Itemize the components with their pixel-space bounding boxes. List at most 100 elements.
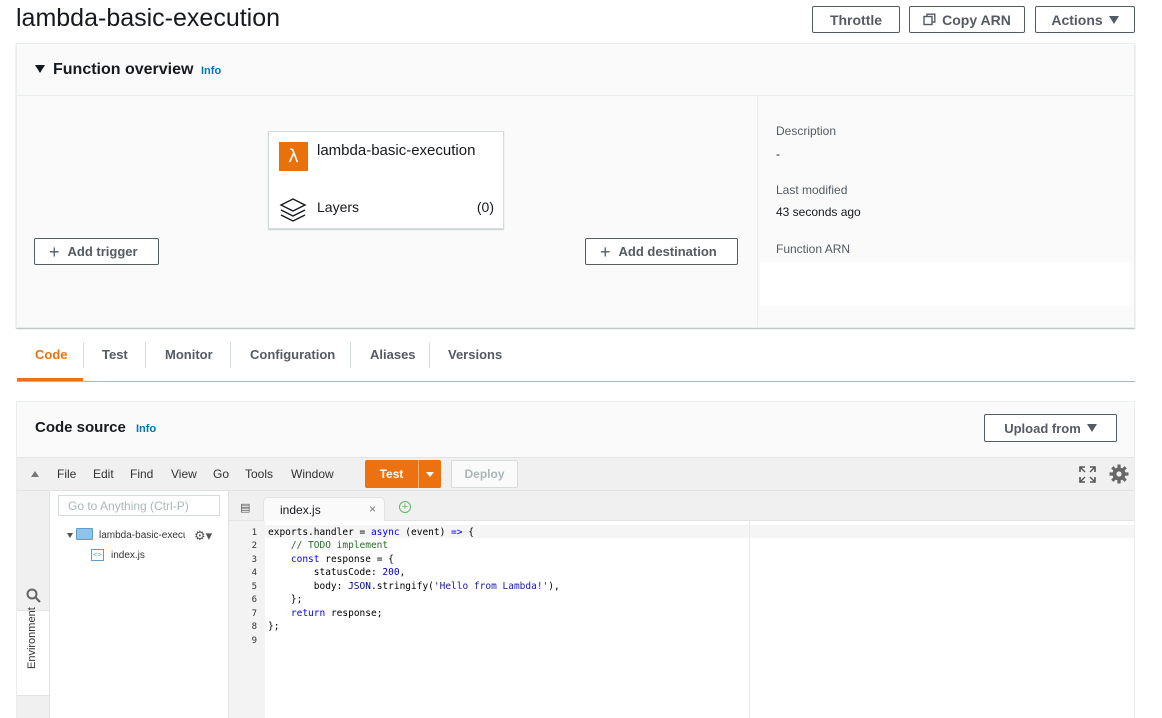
copy-icon bbox=[923, 13, 936, 26]
add-destination-label: Add destination bbox=[618, 244, 717, 259]
menu-edit[interactable]: Edit bbox=[93, 467, 114, 481]
page-title: lambda-basic-execution bbox=[16, 4, 281, 32]
line-number: 4 bbox=[251, 568, 257, 578]
function-card[interactable]: λ lambda-basic-execution Layers (0) bbox=[268, 131, 504, 229]
tab-configuration[interactable]: Configuration bbox=[250, 347, 335, 362]
code-line-7: return response; bbox=[290, 608, 383, 619]
code-line-5: body: JSON.stringify('Hello from Lambda!… bbox=[268, 581, 560, 592]
plus-icon: + bbox=[600, 241, 611, 262]
folder-icon bbox=[76, 528, 93, 540]
tab-code[interactable]: Code bbox=[35, 347, 68, 362]
environment-label: Environment bbox=[26, 607, 38, 669]
code-source-title: Code source bbox=[35, 419, 126, 436]
line-number: 9 bbox=[251, 636, 257, 646]
editor-tab-index-js[interactable]: index.js × bbox=[263, 497, 385, 521]
layers-icon bbox=[279, 198, 307, 222]
file-tree: lambda-basic-execution ⚙▾ <> index.js bbox=[50, 491, 229, 718]
line-number: 8 bbox=[251, 622, 257, 632]
tab-divider bbox=[230, 342, 231, 368]
collapse-caret-icon[interactable] bbox=[35, 65, 45, 73]
function-arn-label: Function ARN bbox=[776, 242, 851, 256]
actions-label: Actions bbox=[1051, 11, 1103, 28]
code-line-4: statusCode: 200, bbox=[268, 567, 406, 578]
collapse-toolbar-icon[interactable] bbox=[31, 471, 39, 477]
throttle-button[interactable]: Throttle bbox=[812, 6, 900, 33]
ide-toolbar: File Edit Find View Go Tools Window Test… bbox=[17, 457, 1134, 491]
menu-find[interactable]: Find bbox=[130, 467, 153, 481]
upload-from-label: Upload from bbox=[1004, 420, 1081, 436]
tab-divider bbox=[145, 342, 146, 368]
menu-file[interactable]: File bbox=[57, 467, 76, 481]
function-arn-value[interactable] bbox=[760, 262, 1130, 306]
menu-window[interactable]: Window bbox=[291, 467, 334, 481]
tab-aliases[interactable]: Aliases bbox=[370, 347, 416, 362]
line-number-gutter: 1 2 3 4 5 6 7 8 9 bbox=[229, 521, 265, 718]
caret-down-icon bbox=[426, 471, 434, 477]
caret-down-icon bbox=[1108, 15, 1119, 24]
actions-button[interactable]: Actions bbox=[1035, 6, 1135, 33]
tree-expand-icon[interactable] bbox=[67, 533, 73, 538]
copy-arn-button[interactable]: Copy ARN bbox=[909, 6, 1025, 33]
menu-tools[interactable]: Tools bbox=[245, 467, 273, 481]
copy-arn-label: Copy ARN bbox=[942, 11, 1011, 28]
file-name[interactable]: index.js bbox=[111, 550, 145, 561]
test-dropdown-button[interactable] bbox=[419, 460, 441, 488]
last-modified-label: Last modified bbox=[776, 183, 848, 197]
ide-side-strip: Environment bbox=[17, 491, 50, 718]
tab-monitor[interactable]: Monitor bbox=[165, 347, 213, 362]
tab-versions[interactable]: Versions bbox=[448, 347, 502, 362]
function-overview-info-link[interactable]: Info bbox=[201, 65, 221, 77]
function-overview-header[interactable]: Function overview Info bbox=[17, 44, 1134, 96]
code-line-1: exports.handler = async (event) => { bbox=[268, 527, 474, 538]
description-value: - bbox=[776, 147, 780, 161]
line-number: 1 bbox=[251, 528, 257, 538]
layers-label[interactable]: Layers bbox=[317, 199, 359, 215]
test-split-button: Test bbox=[365, 460, 441, 488]
menu-view[interactable]: View bbox=[171, 467, 197, 481]
code-line-3: const response = { bbox=[290, 554, 394, 565]
line-number: 2 bbox=[251, 541, 257, 551]
function-tabs: Code Test Monitor Configuration Aliases … bbox=[17, 330, 1135, 382]
print-margin bbox=[749, 521, 750, 718]
code-line-6: }; bbox=[268, 594, 303, 605]
code-line-2: // TODO implement bbox=[290, 540, 389, 551]
plus-icon: + bbox=[49, 241, 60, 262]
code-source-info-link[interactable]: Info bbox=[136, 423, 156, 435]
line-number: 7 bbox=[251, 609, 257, 619]
add-trigger-button[interactable]: + Add trigger bbox=[34, 238, 159, 265]
close-icon[interactable]: × bbox=[369, 502, 376, 516]
line-number: 6 bbox=[251, 595, 257, 605]
lambda-icon: λ bbox=[279, 142, 308, 171]
description-label: Description bbox=[776, 124, 837, 138]
tab-list-icon[interactable]: ▤ bbox=[240, 501, 250, 514]
js-file-icon: <> bbox=[91, 549, 104, 561]
add-tab-icon[interactable]: + bbox=[399, 501, 411, 513]
deploy-button[interactable]: Deploy bbox=[451, 460, 518, 488]
last-modified-value: 43 seconds ago bbox=[776, 205, 861, 219]
add-destination-button[interactable]: + Add destination bbox=[585, 238, 738, 265]
tab-test[interactable]: Test bbox=[102, 347, 128, 362]
code-source-panel: Code source Info Upload from File Edit F… bbox=[16, 401, 1135, 718]
editor-tab-label: index.js bbox=[280, 503, 321, 517]
menu-go[interactable]: Go bbox=[213, 467, 229, 481]
gear-icon[interactable] bbox=[1108, 463, 1130, 485]
tab-divider bbox=[83, 342, 84, 368]
function-details: Description - Last modified 43 seconds a… bbox=[757, 96, 1135, 328]
code-editor[interactable]: 1 2 3 4 5 6 7 8 9 exports.handler = asyn… bbox=[229, 521, 1134, 718]
folder-name[interactable]: lambda-basic-execution bbox=[99, 530, 185, 541]
function-overview-panel: Function overview Info λ lambda-basic-ex… bbox=[16, 43, 1135, 328]
tab-divider bbox=[429, 342, 430, 368]
function-overview-title: Function overview bbox=[53, 61, 194, 78]
tab-divider bbox=[350, 342, 351, 368]
function-name: lambda-basic-execution bbox=[317, 142, 476, 159]
active-tab-indicator bbox=[17, 378, 83, 381]
line-number: 3 bbox=[251, 555, 257, 565]
test-button[interactable]: Test bbox=[365, 460, 419, 488]
upload-from-button[interactable]: Upload from bbox=[984, 414, 1117, 442]
caret-down-icon bbox=[1086, 424, 1097, 432]
go-to-anything-input[interactable] bbox=[58, 495, 220, 516]
search-icon[interactable] bbox=[26, 588, 41, 603]
folder-settings-icon[interactable]: ⚙▾ bbox=[194, 528, 212, 544]
line-number: 5 bbox=[251, 582, 257, 592]
fullscreen-icon[interactable] bbox=[1079, 466, 1096, 483]
